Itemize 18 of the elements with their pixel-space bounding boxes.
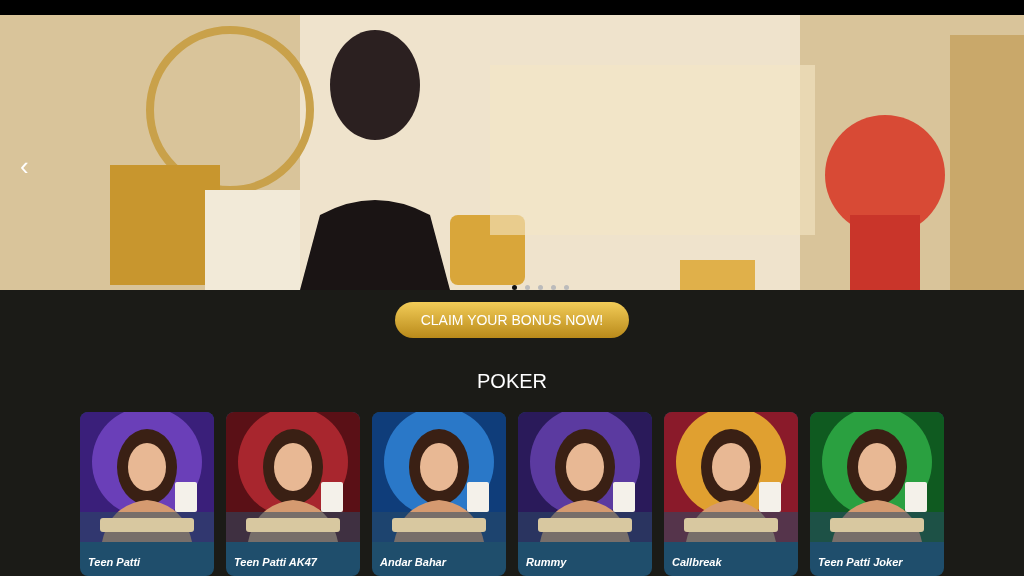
carousel-dot[interactable] <box>525 285 530 290</box>
game-card[interactable]: Teen Patti AK47 <box>226 412 360 576</box>
game-title: Teen Patti <box>88 556 141 568</box>
section-title: POKER <box>477 370 547 394</box>
carousel-dot[interactable] <box>512 285 517 290</box>
game-title: Callbreak <box>672 556 722 568</box>
carousel-dot[interactable] <box>551 285 556 290</box>
game-card[interactable]: Andar Bahar <box>372 412 506 576</box>
game-card[interactable]: Callbreak <box>664 412 798 576</box>
game-title: Andar Bahar <box>380 556 447 568</box>
game-title: Teen Patti Joker <box>818 556 903 568</box>
game-title: Rummy <box>526 556 567 568</box>
game-card[interactable]: Teen Patti <box>80 412 214 576</box>
game-card[interactable]: Teen Patti Joker <box>810 412 944 576</box>
game-title: Teen Patti AK47 <box>234 556 317 568</box>
carousel-dot[interactable] <box>564 285 569 290</box>
game-card[interactable]: Rummy <box>518 412 652 576</box>
carousel-dot[interactable] <box>538 285 543 290</box>
